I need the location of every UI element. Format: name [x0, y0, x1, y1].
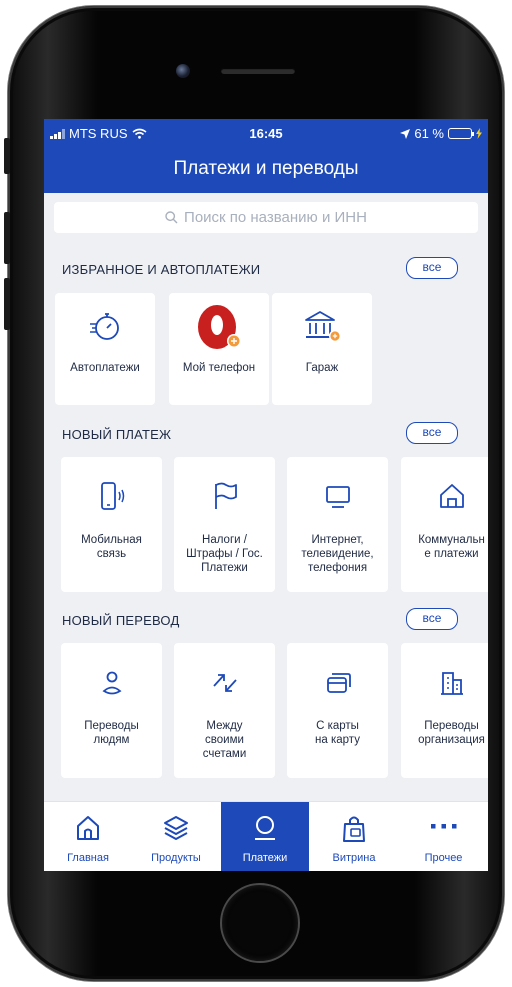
house-icon: [439, 484, 464, 508]
tab-home[interactable]: Главная: [44, 802, 132, 871]
card-label: Интернет, телевидение, телефония: [301, 534, 374, 574]
bottom-tab-bar: Главная Продукты Платежи Витрина Прочее: [44, 801, 488, 871]
tab-label: Прочее: [424, 852, 463, 864]
card-label: Автоплатежи: [70, 362, 140, 374]
autopay-timer-icon: [90, 313, 119, 340]
card-label: Мой телефон: [182, 362, 256, 374]
flag-icon: [214, 482, 237, 509]
card-label: Налоги / Штрафы / Гос. Платежи: [186, 534, 263, 574]
mts-egg-logo-icon: [198, 305, 241, 349]
tab-payments[interactable]: Платежи: [221, 802, 309, 871]
battery-percent: 61 %: [414, 126, 444, 141]
new-payment-row: Мобильная связь Налоги / Штрафы / Гос. П…: [44, 457, 488, 592]
volume-down-button: [4, 278, 10, 330]
status-bar: MTS RUS 16:45 61 %: [44, 119, 488, 149]
home-button[interactable]: [220, 883, 300, 963]
mobile-phone-icon: [100, 482, 124, 510]
search-icon: [165, 211, 178, 224]
card-label: Переводы организация: [418, 720, 485, 746]
tab-label: Продукты: [151, 852, 201, 864]
payment-taxes-fines[interactable]: Налоги / Штрафы / Гос. Платежи: [174, 457, 275, 592]
charging-bolt-icon: [476, 128, 482, 139]
favorite-my-phone[interactable]: Мой телефон: [169, 293, 269, 405]
search-input[interactable]: Поиск по названию и ИНН: [54, 202, 478, 233]
page-title: Платежи и переводы: [44, 149, 488, 193]
tab-more[interactable]: Прочее: [399, 802, 488, 871]
tab-label: Главная: [67, 852, 109, 864]
payment-utilities[interactable]: Коммунальн е платежи: [401, 457, 488, 592]
payment-internet-tv[interactable]: Интернет, телевидение, телефония: [287, 457, 388, 592]
tab-products[interactable]: Продукты: [132, 802, 220, 871]
layers-icon: [164, 816, 188, 840]
location-arrow-icon: [400, 128, 411, 139]
favorites-row: Автоплатежи Мой телефон Гараж: [44, 293, 488, 413]
new-transfer-all-button[interactable]: все: [406, 608, 458, 630]
tab-label: Платежи: [242, 852, 288, 864]
transfer-between-accounts[interactable]: Между своими счетами: [174, 643, 275, 778]
favorites-title: ИЗБРАННОЕ И АВТОПЛАТЕЖИ: [62, 262, 261, 277]
favorite-autopay[interactable]: Автоплатежи: [55, 293, 155, 405]
new-transfer-row: Переводы людям Между своими счетами С ка…: [44, 643, 488, 778]
search-placeholder: Поиск по названию и ИНН: [184, 209, 367, 226]
office-building-icon: [440, 672, 463, 695]
card-label: Гараж: [305, 362, 339, 374]
tab-showcase[interactable]: Витрина: [310, 802, 398, 871]
person-icon: [101, 671, 122, 695]
swap-arrows-icon: [212, 674, 237, 692]
earpiece-speaker: [221, 68, 295, 74]
more-dots-icon: [430, 824, 456, 829]
favorite-garage[interactable]: Гараж: [272, 293, 372, 405]
transfer-to-organizations[interactable]: Переводы организация: [401, 643, 488, 778]
volume-up-button: [4, 212, 10, 264]
tab-label: Витрина: [332, 852, 376, 864]
payments-icon: [255, 816, 275, 840]
new-payment-all-button[interactable]: все: [406, 422, 458, 444]
new-transfer-title: НОВЫЙ ПЕРЕВОД: [62, 613, 180, 628]
bank-building-icon: [305, 311, 341, 342]
app-screen: MTS RUS 16:45 61 % Платежи и переводы По…: [44, 119, 488, 871]
battery-icon: [448, 128, 474, 139]
home-icon: [77, 816, 99, 840]
shopping-bag-icon: [343, 816, 365, 842]
front-camera: [176, 64, 190, 78]
new-payment-title: НОВЫЙ ПЛАТЕЖ: [62, 427, 172, 442]
mute-switch: [4, 138, 10, 174]
favorites-all-button[interactable]: все: [406, 257, 458, 279]
monitor-icon: [325, 486, 350, 508]
transfer-to-people[interactable]: Переводы людям: [61, 643, 162, 778]
card-label: С карты на карту: [315, 720, 360, 746]
cards-icon: [326, 673, 351, 693]
card-label: Коммунальн е платежи: [418, 534, 485, 560]
card-label: Мобильная связь: [81, 534, 142, 560]
payment-mobile[interactable]: Мобильная связь: [61, 457, 162, 592]
card-label: Между своими счетами: [202, 720, 247, 760]
transfer-card-to-card[interactable]: С карты на карту: [287, 643, 388, 778]
card-label: Переводы людям: [84, 720, 139, 746]
